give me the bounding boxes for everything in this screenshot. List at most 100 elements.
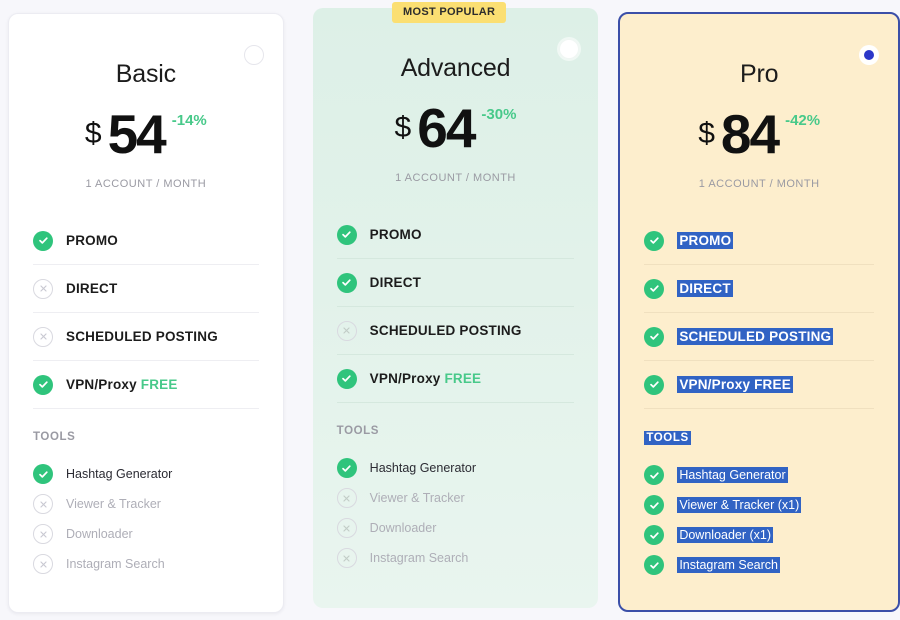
tool-label: Viewer & Tracker (x1) — [677, 497, 802, 513]
plan-card-basic[interactable]: Basic $ 54 -14% 1 ACCOUNT / MONTH PROMO … — [8, 13, 284, 613]
feature-label: SCHEDULED POSTING — [66, 329, 218, 344]
feature-label: PROMO — [677, 232, 734, 249]
tool-row: Downloader (x1) — [644, 520, 874, 550]
radio-unchecked-icon[interactable] — [243, 45, 264, 65]
feature-list: PROMO DIRECT SCHEDULED POSTING VPN/Proxy… — [336, 211, 575, 403]
feature-label: DIRECT — [677, 280, 733, 297]
tool-list: Hashtag Generator Viewer & Tracker Downl… — [33, 459, 259, 579]
price-row: $ 64 -30% — [337, 101, 575, 159]
tools-section-title: TOOLS — [336, 425, 380, 437]
tool-label: Downloader — [66, 527, 133, 541]
check-circle-icon — [336, 368, 357, 389]
feature-label: PROMO — [66, 233, 119, 248]
x-circle-icon — [33, 278, 53, 299]
feature-row: DIRECT — [644, 265, 874, 313]
currency-symbol: $ — [84, 117, 102, 150]
tool-label: Hashtag Generator — [677, 467, 788, 483]
feature-label: DIRECT — [369, 275, 422, 290]
feature-row: DIRECT — [33, 265, 259, 313]
radio-checked-icon[interactable] — [859, 45, 879, 65]
tool-label: Instagram Search — [369, 551, 469, 565]
x-circle-icon — [33, 326, 53, 347]
check-circle-icon — [644, 278, 665, 299]
feature-label: VPN/Proxy FREE — [66, 377, 178, 392]
tool-label: Viewer & Tracker — [66, 497, 161, 511]
x-circle-icon — [336, 518, 357, 538]
check-circle-icon — [644, 465, 665, 485]
check-circle-icon — [33, 464, 53, 484]
tool-list: Hashtag Generator Viewer & Tracker Downl… — [336, 453, 575, 573]
check-circle-icon — [336, 458, 357, 478]
tool-row: Hashtag Generator — [33, 459, 259, 489]
radio-unchecked-icon[interactable] — [559, 39, 580, 59]
tool-label: Hashtag Generator — [66, 467, 173, 481]
tool-row: Hashtag Generator — [336, 453, 575, 483]
feature-row: SCHEDULED POSTING — [336, 307, 575, 355]
tool-label: Downloader — [369, 521, 437, 535]
feature-row: SCHEDULED POSTING — [644, 313, 874, 361]
feature-row: PROMO — [644, 217, 874, 265]
plan-card-pro[interactable]: Pro $ 84 -42% 1 ACCOUNT / MONTH PROMO DI… — [618, 12, 900, 612]
free-tag: FREE — [140, 377, 178, 392]
most-popular-badge: MOST POPULAR — [392, 2, 507, 23]
tool-row: Viewer & Tracker (x1) — [644, 490, 874, 520]
feature-row: VPN/Proxy FREE — [336, 355, 575, 403]
check-circle-icon — [644, 374, 665, 395]
x-circle-icon — [336, 320, 357, 341]
check-circle-icon — [644, 495, 665, 515]
check-circle-icon — [644, 525, 665, 545]
check-circle-icon — [33, 374, 53, 395]
tools-section-title: TOOLS — [33, 431, 76, 443]
feature-row: DIRECT — [336, 259, 575, 307]
tools-section-title: TOOLS — [644, 431, 691, 445]
tool-label: Viewer & Tracker — [369, 491, 465, 505]
feature-label: VPN/Proxy FREE — [369, 371, 482, 386]
plan-title: Pro — [740, 60, 779, 88]
radio-dot — [864, 50, 874, 60]
x-circle-icon — [33, 554, 53, 574]
plan-title: Advanced — [400, 54, 511, 82]
price-amount: 64 — [417, 97, 476, 159]
price-row: $ 84 -42% — [644, 107, 874, 165]
check-circle-icon — [644, 230, 665, 251]
feature-row: VPN/Proxy FREE — [644, 361, 874, 409]
tool-row: Hashtag Generator — [644, 460, 874, 490]
feature-label: SCHEDULED POSTING — [677, 328, 834, 345]
check-circle-icon — [33, 230, 53, 251]
billing-period: 1 ACCOUNT / MONTH — [698, 178, 820, 190]
currency-symbol: $ — [394, 111, 412, 144]
feature-row: SCHEDULED POSTING — [33, 313, 259, 361]
feature-row: VPN/Proxy FREE — [33, 361, 259, 409]
feature-label: PROMO — [369, 227, 422, 242]
feature-label: SCHEDULED POSTING — [369, 323, 522, 338]
feature-list: PROMO DIRECT SCHEDULED POSTING VPN/Proxy… — [644, 217, 874, 409]
tool-list: Hashtag Generator Viewer & Tracker (x1) … — [644, 460, 874, 580]
plan-card-advanced[interactable]: Advanced $ 64 -30% 1 ACCOUNT / MONTH PRO… — [312, 8, 599, 608]
tool-row: Viewer & Tracker — [33, 489, 259, 519]
x-circle-icon — [336, 488, 357, 508]
free-tag: FREE — [444, 371, 482, 386]
tool-label: Instagram Search — [677, 557, 780, 573]
check-circle-icon — [336, 224, 357, 245]
pricing-plans-container: Basic $ 54 -14% 1 ACCOUNT / MONTH PROMO … — [0, 0, 900, 620]
x-circle-icon — [336, 548, 357, 568]
tool-label: Instagram Search — [66, 557, 165, 571]
discount-badge: -42% — [785, 112, 821, 129]
currency-symbol: $ — [698, 117, 715, 150]
feature-list: PROMO DIRECT SCHEDULED POSTING VPN/Proxy… — [33, 217, 259, 409]
price-amount: 84 — [720, 103, 780, 165]
check-circle-icon — [644, 326, 665, 347]
x-circle-icon — [33, 494, 53, 514]
plan-title: Basic — [115, 60, 176, 88]
billing-period: 1 ACCOUNT / MONTH — [395, 172, 516, 184]
tool-label: Hashtag Generator — [369, 461, 476, 475]
discount-badge: -30% — [481, 106, 517, 123]
check-circle-icon — [336, 272, 357, 293]
discount-badge: -14% — [171, 112, 207, 129]
tool-label: Downloader (x1) — [677, 527, 774, 543]
feature-row: PROMO — [33, 217, 259, 265]
tool-row: Instagram Search — [644, 550, 874, 580]
feature-label: VPN/Proxy FREE — [677, 376, 793, 393]
feature-row: PROMO — [336, 211, 575, 259]
x-circle-icon — [33, 524, 53, 544]
